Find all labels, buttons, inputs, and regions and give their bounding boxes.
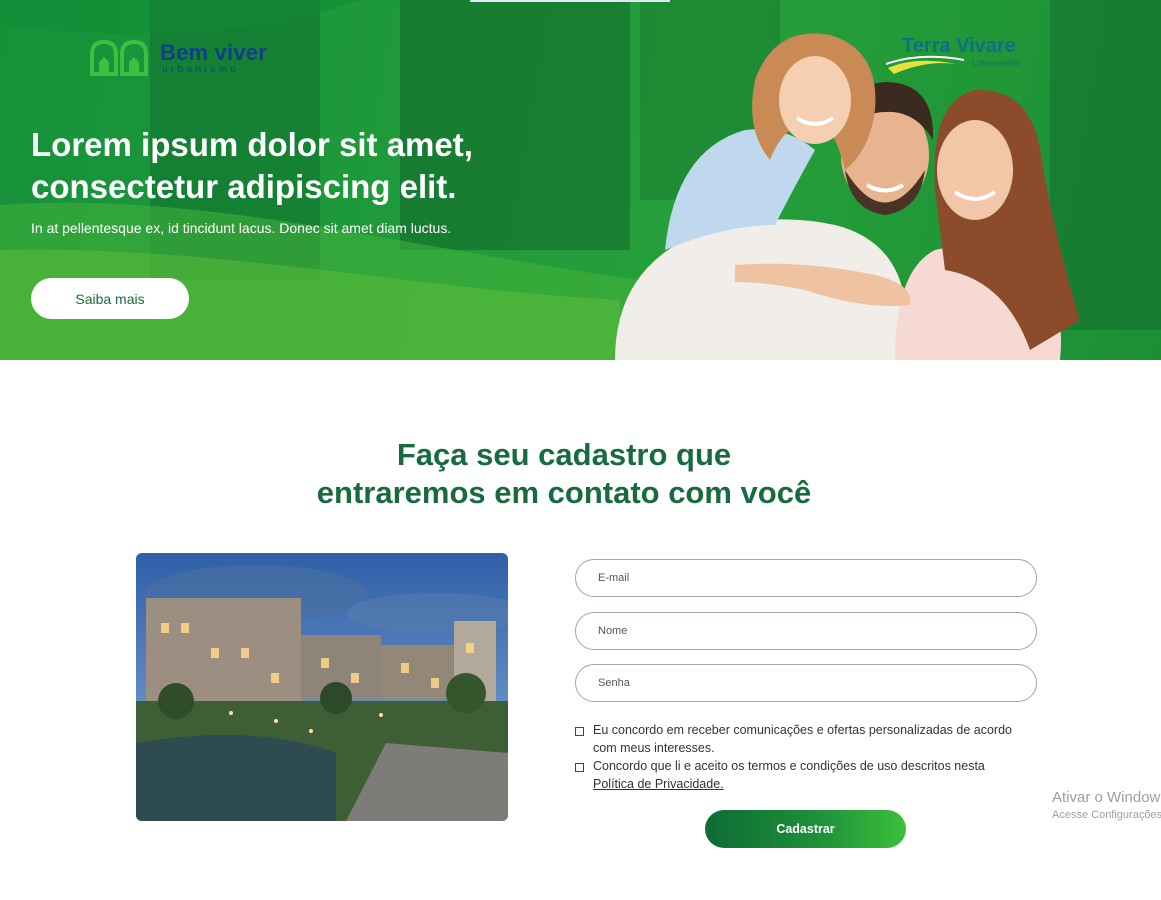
- form-title-line-2: entraremos em contato com você: [316, 475, 812, 510]
- password-field[interactable]: [575, 664, 1037, 702]
- hero-banner: Bem viver urbanismo Terra Vivare Loteame…: [0, 0, 1161, 360]
- consent-terms-text: Concordo que li e aceito os termos e con…: [593, 759, 985, 773]
- consent-terms-row: Concordo que li e aceito os termos e con…: [575, 757, 1025, 793]
- email-field[interactable]: [575, 559, 1037, 597]
- house-logo-icon: [90, 39, 148, 76]
- building-photo: [136, 553, 508, 821]
- consent-offers-checkbox[interactable]: [575, 727, 584, 736]
- watermark-line-2: Acesse Configurações: [1052, 809, 1161, 821]
- windows-activation-watermark: Ativar o Windows Acesse Configurações: [1052, 789, 1161, 821]
- family-photo: [615, 33, 1080, 360]
- consent-offers-row: Eu concordo em receber comunicações e of…: [575, 721, 1025, 757]
- hero-title-line-1: Lorem ipsum dolor sit amet,: [31, 126, 473, 163]
- saiba-mais-button[interactable]: Saiba mais: [31, 278, 189, 319]
- bem-viver-logo[interactable]: Bem viver urbanismo: [90, 36, 280, 80]
- name-field[interactable]: [575, 612, 1037, 650]
- consent-offers-text: Eu concordo em receber comunicações e of…: [593, 723, 1012, 755]
- consent-terms-text-wrap: Concordo que li e aceito os termos e con…: [593, 757, 985, 793]
- privacy-policy-link[interactable]: Política de Privacidade.: [593, 777, 724, 791]
- hero-title-line-2: consectetur adipiscing elit.: [31, 168, 457, 205]
- hero-subtitle: In at pellentesque ex, id tincidunt lacu…: [31, 220, 452, 236]
- cadastrar-button[interactable]: Cadastrar: [705, 810, 906, 848]
- logo-left-brand: Bem viver: [160, 40, 267, 65]
- consent-terms-checkbox[interactable]: [575, 763, 584, 772]
- watermark-line-1: Ativar o Windows: [1052, 789, 1161, 806]
- logo-left-sub: urbanismo: [162, 64, 240, 75]
- top-strip: [470, 0, 670, 2]
- form-section-title: Faça seu cadastro que entraremos em cont…: [0, 436, 1128, 512]
- residential-building-image: [136, 553, 508, 821]
- form-title-line-1: Faça seu cadastro que: [396, 437, 732, 472]
- hero-title: Lorem ipsum dolor sit amet, consectetur …: [31, 124, 591, 208]
